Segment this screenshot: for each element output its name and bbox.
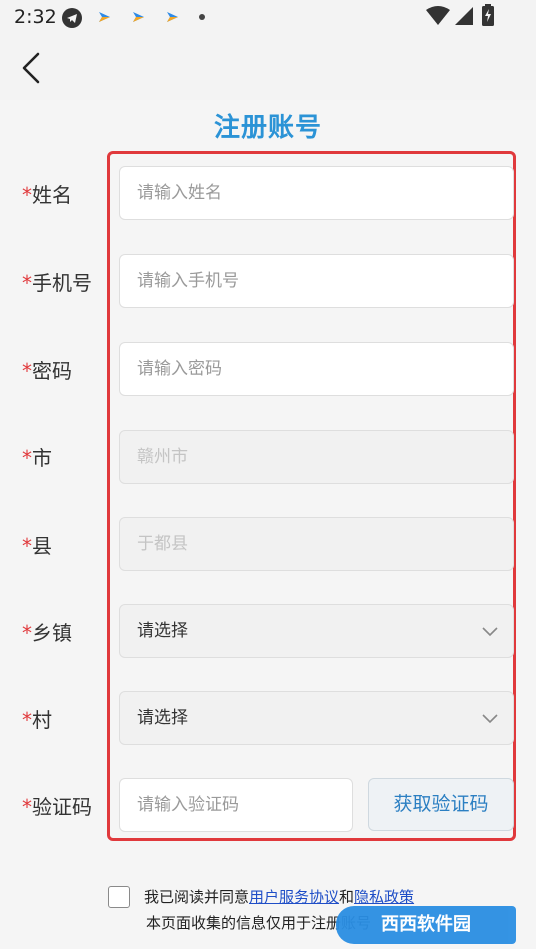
label-name: *姓名	[22, 179, 72, 208]
label-text: 姓名	[32, 183, 72, 207]
back-arrow-icon[interactable]	[14, 50, 50, 86]
label-text: 手机号	[32, 271, 92, 295]
agreement-and: 和	[339, 888, 355, 906]
agreement-text: 我已阅读并同意用户服务协议和隐私政策	[144, 886, 414, 907]
password-input[interactable]: 请输入密码	[119, 342, 514, 396]
app-bar	[0, 34, 536, 100]
privacy-policy-link[interactable]: 隐私政策	[354, 888, 414, 906]
required-mark: *	[22, 183, 32, 207]
app-notification-icon	[133, 12, 144, 22]
required-mark: *	[22, 621, 32, 645]
label-village: *村	[22, 704, 52, 733]
page-title: 注册账号	[213, 113, 322, 143]
signal-icon	[455, 7, 473, 25]
village-select-value: 请选择	[137, 708, 188, 728]
label-text: 县	[32, 534, 52, 558]
required-mark: *	[22, 534, 32, 558]
label-text: 村	[32, 708, 52, 732]
label-text: 市	[32, 446, 52, 470]
city-field: 赣州市	[119, 430, 514, 484]
telegram-icon	[62, 8, 82, 28]
village-select[interactable]: 请选择	[119, 691, 514, 745]
required-mark: *	[22, 708, 32, 732]
phone-input[interactable]: 请输入手机号	[119, 254, 514, 308]
label-text: 密码	[32, 359, 72, 383]
label-county: *县	[22, 530, 52, 559]
label-password: *密码	[22, 355, 72, 384]
label-text: 验证码	[32, 795, 92, 819]
required-mark: *	[22, 446, 32, 470]
required-mark: *	[22, 271, 32, 295]
get-code-button[interactable]: 获取验证码	[368, 778, 514, 831]
agree-checkbox[interactable]	[108, 886, 130, 908]
watermark-logo: 西西软件园	[336, 906, 516, 944]
label-phone: *手机号	[22, 267, 92, 296]
app-notification-icon	[99, 12, 110, 22]
app-notification-icon	[167, 12, 178, 22]
required-mark: *	[22, 359, 32, 383]
label-verification-code: *验证码	[22, 791, 92, 820]
township-select-value: 请选择	[137, 621, 188, 641]
label-city: *市	[22, 442, 52, 471]
status-time: 2:32	[14, 6, 57, 28]
label-township: *乡镇	[22, 617, 72, 646]
required-mark: *	[22, 795, 32, 819]
label-text: 乡镇	[32, 621, 72, 645]
verification-code-input[interactable]: 请输入验证码	[119, 778, 353, 832]
wifi-icon	[426, 6, 450, 25]
name-input[interactable]: 请输入姓名	[119, 166, 514, 220]
battery-charging-icon	[482, 4, 494, 26]
agreement-prefix: 我已阅读并同意	[144, 888, 250, 906]
more-notifications-dot-icon	[199, 14, 205, 20]
county-field: 于都县	[119, 517, 514, 571]
township-select[interactable]: 请选择	[119, 604, 514, 658]
status-bar: 2:32	[0, 0, 536, 34]
chevron-down-icon	[482, 627, 498, 637]
chevron-down-icon	[482, 714, 498, 724]
user-agreement-link[interactable]: 用户服务协议	[249, 888, 339, 906]
